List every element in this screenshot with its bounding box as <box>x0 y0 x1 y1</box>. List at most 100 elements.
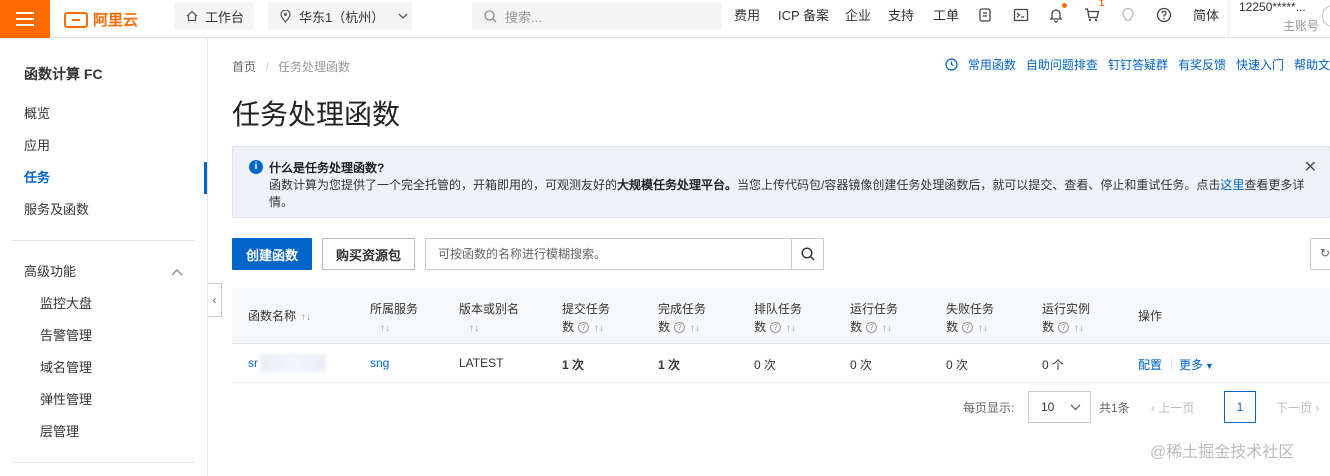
help-icon[interactable] <box>1156 7 1172 23</box>
sort-icon: ↑↓ <box>1074 323 1085 334</box>
redacted-name <box>260 354 326 372</box>
region-selector[interactable]: 华东1（杭州） <box>268 2 412 30</box>
caret-down-icon: ▼ <box>1205 361 1214 371</box>
chevron-down-icon <box>398 13 408 19</box>
location-icon <box>280 9 291 23</box>
per-page-select[interactable]: 10 <box>1028 391 1091 423</box>
more-dropdown[interactable]: 更多 ▼ <box>1179 356 1214 373</box>
sidebar-item-services-functions[interactable]: 服务及函数 <box>0 194 207 226</box>
breadcrumb: 首页 / 任务处理函数 <box>232 58 350 75</box>
sidebar-item-tasks[interactable]: 任务 <box>0 162 207 194</box>
close-icon[interactable]: ✕ <box>1304 157 1317 177</box>
language-switch[interactable]: 简体 <box>1193 0 1219 28</box>
workspace-button[interactable]: 工作台 <box>174 2 254 30</box>
version-cell: LATEST <box>459 356 504 370</box>
sidebar-item-layers[interactable]: 层管理 <box>40 416 79 448</box>
col-queued[interactable]: 排队任务数? ↑↓ <box>754 300 802 338</box>
link-dingtalk-group[interactable]: 钉钉答疑群 <box>1108 56 1168 73</box>
cart-icon[interactable] <box>1084 7 1100 23</box>
config-link[interactable]: 配置 <box>1138 356 1162 373</box>
question-icon[interactable]: ? <box>962 322 974 334</box>
col-function-name[interactable]: 函数名称 ↑↓ <box>248 307 311 327</box>
link-help-docs[interactable]: 帮助文 <box>1294 56 1330 73</box>
running-count: 0 次 <box>850 358 873 372</box>
account-role: 主账号 <box>1283 19 1320 33</box>
breadcrumb-home[interactable]: 首页 <box>232 60 256 74</box>
link-troubleshooting[interactable]: 自助问题排查 <box>1026 56 1098 73</box>
col-service[interactable]: 所属服务 ↑↓ <box>370 300 418 338</box>
sidebar-group-advanced[interactable]: 高级功能 <box>0 256 207 288</box>
sort-icon: ↑↓ <box>594 323 605 334</box>
create-function-button[interactable]: 创建函数 <box>232 238 312 270</box>
prev-page-button[interactable]: ‹ 上一页 <box>1151 399 1194 416</box>
question-icon[interactable]: ? <box>1058 322 1070 334</box>
lightbulb-icon[interactable] <box>1120 7 1136 23</box>
function-name-link[interactable]: sr <box>248 356 258 370</box>
nav-icp[interactable]: ICP 备案 <box>778 0 829 28</box>
sidebar-collapse-toggle[interactable]: ‹ <box>208 283 222 317</box>
service-link[interactable]: sng <box>370 356 389 370</box>
col-completed[interactable]: 完成任务数? ↑↓ <box>658 300 706 338</box>
avatar <box>1322 5 1330 27</box>
buy-resource-pack-button[interactable]: 购买资源包 <box>322 238 415 270</box>
quick-links: 常用函数 自助问题排查 钉钉答疑群 有奖反馈 快速入门 帮助文 <box>945 56 1330 73</box>
table-row: sr sng LATEST 1 次 1 次 0 次 0 次 0 次 0 个 配置… <box>232 345 1330 383</box>
page-number-current[interactable]: 1 <box>1224 391 1256 423</box>
link-quick-start[interactable]: 快速入门 <box>1236 56 1284 73</box>
info-banner: i 什么是任务处理函数? 函数计算为您提供了一个完全托管的，开箱即用的，可观测友… <box>232 146 1330 218</box>
submitted-count[interactable]: 1 次 <box>562 356 584 373</box>
chevron-up-icon <box>171 269 183 276</box>
search-button[interactable] <box>791 239 823 269</box>
notification-bell-icon[interactable] <box>1048 7 1064 23</box>
ai-assistant-icon[interactable] <box>977 7 993 23</box>
queued-count: 0 次 <box>754 358 777 372</box>
terminal-icon[interactable] <box>1013 7 1029 23</box>
col-running[interactable]: 运行任务数? ↑↓ <box>850 300 898 338</box>
search-input[interactable]: 搜索... <box>472 2 722 30</box>
per-page-label: 每页显示: <box>963 401 1015 415</box>
next-page-button[interactable]: 下一页 › <box>1276 399 1319 416</box>
question-icon[interactable]: ? <box>866 322 878 334</box>
completed-count[interactable]: 1 次 <box>658 356 680 373</box>
cart-badge: 1 <box>1099 0 1105 8</box>
col-failed[interactable]: 失败任务数? ↑↓ <box>946 300 994 338</box>
col-instances[interactable]: 运行实例数? ↑↓ <box>1042 300 1090 338</box>
question-icon[interactable]: ? <box>674 322 686 334</box>
refresh-button[interactable]: ↻ <box>1310 238 1330 270</box>
question-icon[interactable]: ? <box>578 322 590 334</box>
info-description: 函数计算为您提供了一个完全托管的，开箱即用的，可观测友好的大规模任务处理平台。当… <box>269 178 1305 209</box>
link-common-functions[interactable]: 常用函数 <box>968 56 1016 73</box>
chevron-down-icon <box>1070 404 1081 411</box>
sort-icon: ↑↓ <box>690 323 701 334</box>
sidebar-item-monitoring[interactable]: 监控大盘 <box>40 288 92 320</box>
question-icon[interactable]: ? <box>770 322 782 334</box>
info-link-here[interactable]: 这里 <box>1220 178 1244 192</box>
menu-icon[interactable] <box>0 0 50 38</box>
sidebar-item-elastic[interactable]: 弹性管理 <box>40 384 92 416</box>
sidebar-item-alerts[interactable]: 告警管理 <box>40 320 92 352</box>
sidebar-item-overview[interactable]: 概览 <box>0 98 207 130</box>
sidebar-item-domains[interactable]: 域名管理 <box>40 352 92 384</box>
account-menu[interactable]: 12250*****... 主账号 <box>1228 0 1330 38</box>
breadcrumb-separator: / <box>265 60 269 74</box>
brand-logo[interactable]: 阿里云 <box>64 9 138 30</box>
col-submitted[interactable]: 提交任务数? ↑↓ <box>562 300 610 338</box>
page-title: 任务处理函数 <box>232 99 401 130</box>
nav-enterprise[interactable]: 企业 <box>845 0 871 28</box>
col-operations: 操作 <box>1138 309 1163 323</box>
home-icon <box>186 10 198 22</box>
sort-icon: ↑↓ <box>469 323 479 334</box>
nav-billing[interactable]: 费用 <box>734 0 760 28</box>
nav-support[interactable]: 支持 <box>888 0 914 28</box>
nav-tickets[interactable]: 工单 <box>933 0 959 28</box>
sort-icon: ↑↓ <box>380 323 390 334</box>
sidebar-item-applications[interactable]: 应用 <box>0 130 207 162</box>
info-icon: i <box>249 160 263 174</box>
refresh-icon: ↻ <box>1320 246 1330 260</box>
info-title: 什么是任务处理函数? <box>269 161 385 175</box>
function-search-input[interactable] <box>426 239 791 269</box>
chevron-right-icon: › <box>1312 401 1320 415</box>
link-feedback[interactable]: 有奖反馈 <box>1178 56 1226 73</box>
col-version[interactable]: 版本或别名 ↑↓ <box>459 300 519 338</box>
aliyun-logo-icon <box>64 11 88 28</box>
